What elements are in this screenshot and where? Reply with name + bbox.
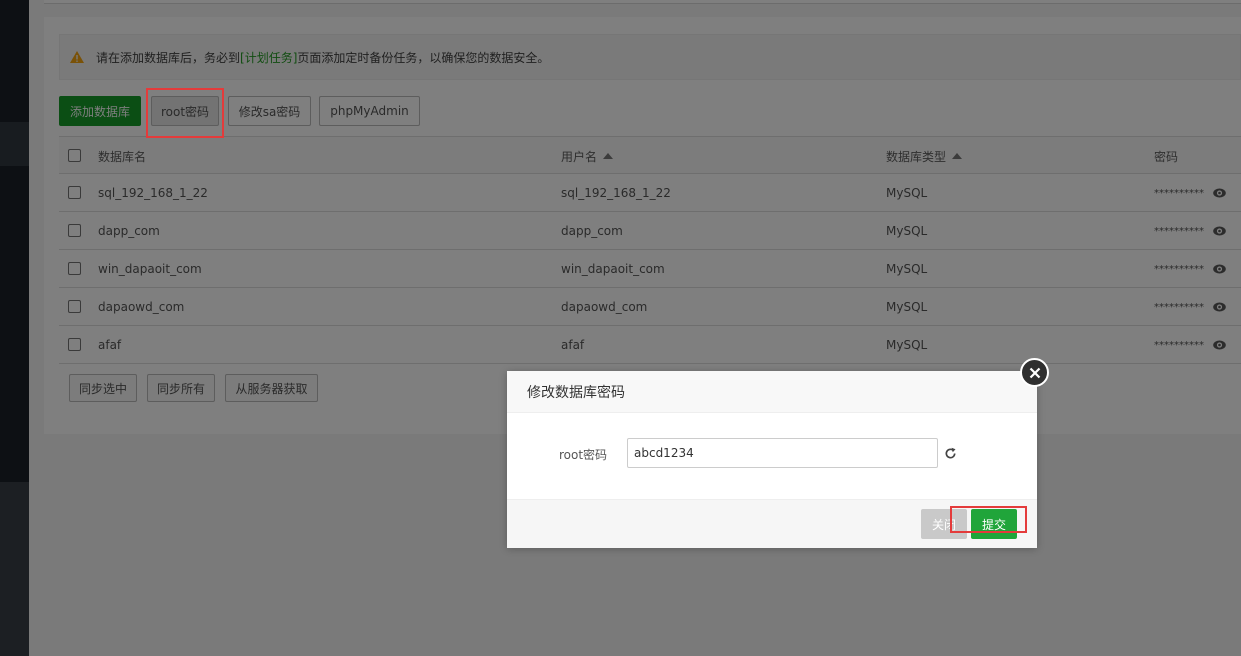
password-cell: ********** (1154, 212, 1226, 250)
table-row: sql_192_168_1_22 sql_192_168_1_22 MySQL … (59, 174, 1241, 212)
table-row: win_dapaoit_com win_dapaoit_com MySQL **… (59, 250, 1241, 288)
sidebar (0, 0, 29, 656)
masked-password: ********** (1154, 263, 1204, 275)
db-type-cell: MySQL (886, 262, 928, 276)
db-name-cell: dapaowd_com (98, 300, 185, 314)
username-cell: afaf (561, 338, 585, 352)
add-database-button[interactable]: 添加数据库 (59, 96, 141, 126)
eye-icon[interactable] (1213, 302, 1226, 312)
eye-icon[interactable] (1213, 226, 1226, 236)
eye-icon[interactable] (1213, 264, 1226, 274)
close-x-glyph (1029, 367, 1040, 378)
db-type-cell: MySQL (886, 300, 928, 314)
db-name-cell: sql_192_168_1_22 (98, 186, 208, 200)
fetch-from-server-button[interactable]: 从服务器获取 (225, 374, 318, 402)
root-password-button[interactable]: root密码 (151, 96, 219, 126)
header-db-type[interactable]: 数据库类型 (886, 137, 963, 175)
cron-task-link[interactable]: [计划任务] (240, 51, 297, 65)
db-type-cell: MySQL (886, 186, 928, 200)
root-password-input[interactable] (627, 438, 938, 468)
password-cell: ********** (1154, 288, 1226, 326)
refresh-icon[interactable] (944, 447, 957, 460)
password-cell: ********** (1154, 326, 1226, 364)
sort-asc-icon (603, 153, 614, 159)
header-db-name: 数据库名 (98, 149, 147, 164)
modal-body: root密码 (507, 413, 1037, 499)
database-table: 数据库名 用户名 数据库类型 密码 sql_192_168_1_22 sql_1… (59, 136, 1241, 364)
table-row: dapaowd_com dapaowd_com MySQL ********** (59, 288, 1241, 326)
sort-asc-icon (952, 153, 963, 159)
sync-selected-button[interactable]: 同步选中 (69, 374, 137, 402)
header-username-label: 用户名 (561, 149, 598, 164)
username-cell: win_dapaoit_com (561, 262, 665, 276)
username-cell: dapp_com (561, 224, 623, 238)
phpmyadmin-button[interactable]: phpMyAdmin (319, 96, 420, 126)
db-type-cell: MySQL (886, 224, 928, 238)
table-row: dapp_com dapp_com MySQL ********** (59, 212, 1241, 250)
select-all-checkbox[interactable] (68, 149, 81, 162)
db-type-cell: MySQL (886, 338, 928, 352)
password-cell: ********** (1154, 250, 1226, 288)
modal-title: 修改数据库密码 (507, 371, 1037, 413)
username-cell: sql_192_168_1_22 (561, 186, 671, 200)
header-password: 密码 (1154, 149, 1179, 164)
eye-icon[interactable] (1213, 188, 1226, 198)
alert-suffix: 页面添加定时备份任务，以确保您的数据安全。 (297, 50, 550, 65)
top-panel-edge (44, 0, 1241, 4)
eye-icon[interactable] (1213, 340, 1226, 350)
username-cell: dapaowd_com (561, 300, 648, 314)
row-checkbox[interactable] (68, 224, 81, 237)
sidebar-active-item[interactable] (0, 122, 29, 166)
row-checkbox[interactable] (68, 300, 81, 313)
row-checkbox[interactable] (68, 338, 81, 351)
header-db-type-label: 数据库类型 (886, 149, 947, 164)
masked-password: ********** (1154, 187, 1204, 199)
root-password-label: root密码 (559, 448, 608, 462)
db-name-cell: win_dapaoit_com (98, 262, 202, 276)
row-checkbox[interactable] (68, 186, 81, 199)
alert-prefix: 请在添加数据库后，务必到 (96, 50, 241, 65)
header-username[interactable]: 用户名 (561, 137, 614, 175)
alert-text: 请在添加数据库后，务必到[计划任务]页面添加定时备份任务，以确保您的数据安全。 (96, 49, 549, 66)
sync-all-button[interactable]: 同步所有 (147, 374, 215, 402)
submit-button[interactable]: 提交 (971, 509, 1017, 539)
close-button[interactable]: 关闭 (921, 509, 967, 539)
warning-icon (70, 51, 84, 63)
masked-password: ********** (1154, 225, 1204, 237)
sidebar-lower-area (0, 482, 29, 656)
password-cell: ********** (1154, 174, 1226, 212)
backup-warning-alert: 请在添加数据库后，务必到[计划任务]页面添加定时备份任务，以确保您的数据安全。 (59, 34, 1241, 80)
table-row: afaf afaf MySQL ********** (59, 326, 1241, 364)
close-icon[interactable] (1020, 358, 1049, 387)
table-header-row: 数据库名 用户名 数据库类型 密码 (59, 136, 1241, 174)
row-checkbox[interactable] (68, 262, 81, 275)
db-name-cell: afaf (98, 338, 122, 352)
db-name-cell: dapp_com (98, 224, 160, 238)
change-sa-password-button[interactable]: 修改sa密码 (228, 96, 311, 126)
masked-password: ********** (1154, 339, 1204, 351)
masked-password: ********** (1154, 301, 1204, 313)
modal-footer: 关闭 提交 (507, 499, 1037, 548)
change-db-password-modal: 修改数据库密码 root密码 关闭 提交 (507, 371, 1037, 548)
